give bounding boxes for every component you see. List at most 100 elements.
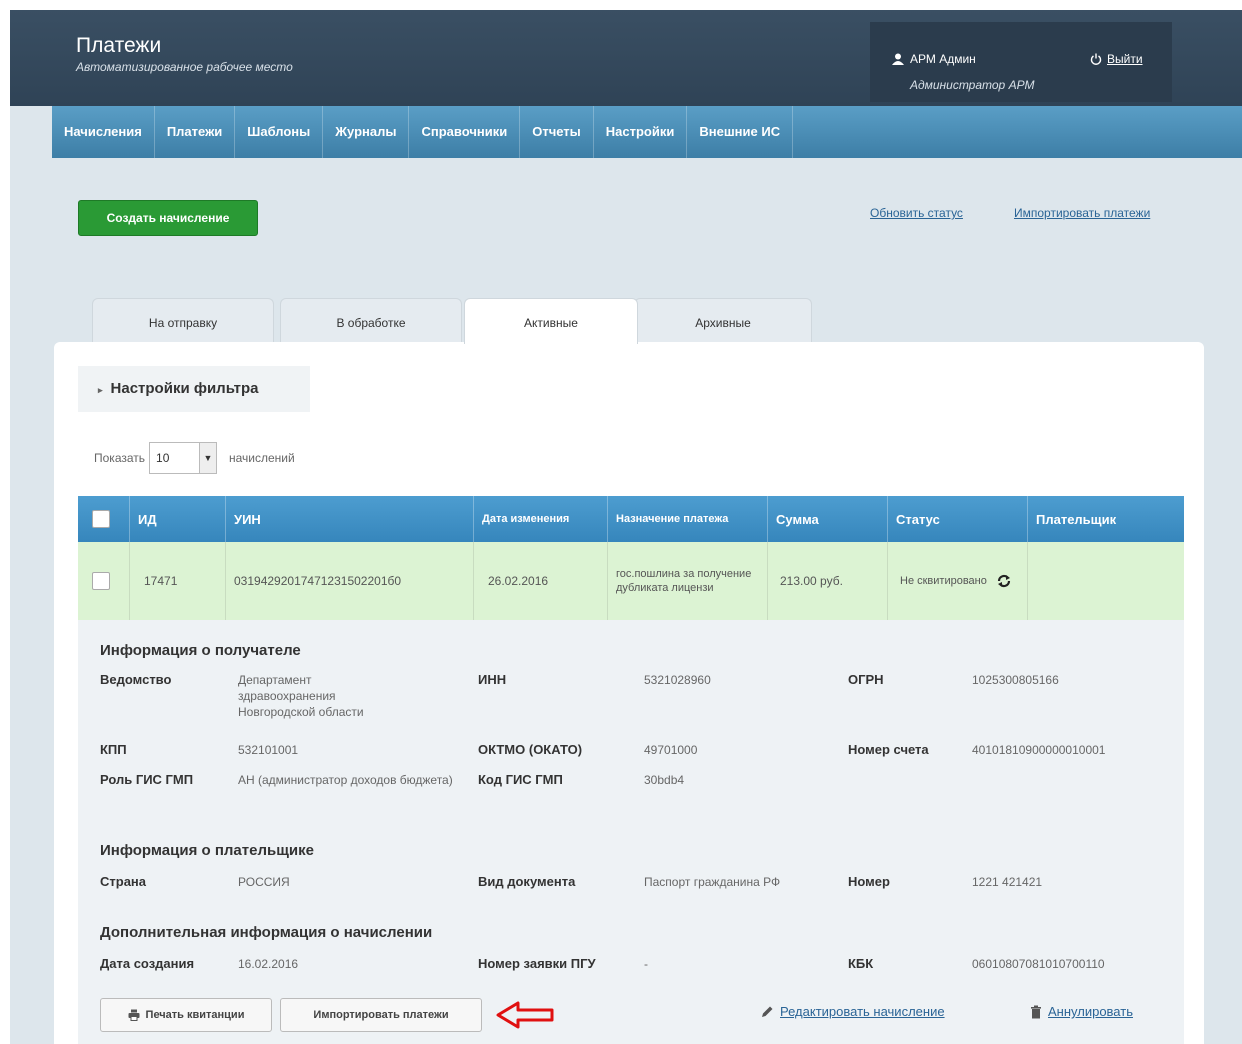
page-size-row: Показать 10 ▼ начислений [94,442,295,474]
label-pgu: Номер заявки ПГУ [478,956,596,971]
tab-in-processing[interactable]: В обработке [280,298,462,343]
column-header-id[interactable]: ИД [130,496,226,542]
label-country: Страна [100,874,147,889]
select-all-cell [78,496,130,542]
page-size-select[interactable]: 10 ▼ [149,442,218,474]
logout-link[interactable]: Выйти [1090,52,1143,66]
app-title: Платежи [76,34,162,57]
user-name: АРМ Админ [910,52,976,66]
value-oktmo: 49701000 [644,743,698,757]
value-role: АН (администратор доходов бюджета) [238,773,453,787]
column-header-uin[interactable]: УИН [226,496,474,542]
nav-item-payments[interactable]: Платежи [155,106,236,158]
cell-purpose: гос.пошлина за получение дубликата лицен… [608,542,768,620]
value-created: 16.02.2016 [238,957,299,971]
value-doc-number: 1221 421421 [972,875,1043,889]
create-accrual-button[interactable]: Создать начисление [78,200,258,236]
additional-section-title: Дополнительная информация о начислении [100,924,433,941]
chevron-down-icon: ▼ [199,443,217,473]
print-receipt-label: Печать квитанции [145,1009,245,1021]
table-header: ИД УИН Дата изменения Назначение платежа… [78,496,1184,542]
value-account: 40101810900000010001 [972,743,1106,757]
recipient-section-title: Информация о получателе [100,642,301,659]
cell-date: 26.02.2016 [474,542,608,620]
triangle-right-icon: ▸ [98,385,103,395]
pencil-icon [760,1005,774,1019]
nav-item-templates[interactable]: Шаблоны [235,106,324,158]
value-country: РОССИЯ [238,875,290,889]
value-pgu: - [644,957,648,971]
payer-section-title: Информация о плательщике [100,842,314,859]
status-text: Не сквитировано [900,575,987,587]
label-ogrn: ОГРН [848,672,884,687]
content-panel: ▸ Настройки фильтра Показать 10 ▼ начисле… [54,342,1204,1044]
nav-item-external-is[interactable]: Внешние ИС [687,106,794,158]
logout-label: Выйти [1107,52,1143,66]
label-kbk: КБК [848,956,874,971]
value-gis-code: 30bdb4 [644,773,685,787]
column-header-status[interactable]: Статус [888,496,1028,542]
page-size-suffix: начислений [229,451,295,465]
edit-accrual-link[interactable]: Редактировать начисление [760,1004,945,1019]
cell-payer [1028,542,1184,620]
label-department: Ведомство [100,672,172,687]
nav-item-reports[interactable]: Отчеты [520,106,594,158]
label-kpp: КПП [100,742,127,757]
label-created: Дата создания [100,956,195,971]
refresh-status-link[interactable]: Обновить статус [870,206,963,220]
table-row[interactable]: 17471 03194292017471231502201б0 26.02.20… [78,542,1184,620]
filter-settings-label: Настройки фильтра [110,380,259,397]
nav-item-journals[interactable]: Журналы [323,106,410,158]
trash-icon [1030,1005,1042,1019]
nav-item-references[interactable]: Справочники [409,106,521,158]
tab-archive[interactable]: Архивные [634,298,812,343]
edit-accrual-label: Редактировать начисление [780,1004,945,1019]
page-size-value: 10 [156,451,170,465]
label-account: Номер счета [848,742,929,757]
main-nav: Начисления Платежи Шаблоны Журналы Справ… [52,106,1242,158]
accrual-details: Информация о получателе Ведомство Департ… [78,620,1184,1044]
printer-icon [128,1009,140,1022]
value-kpp: 532101001 [238,743,299,757]
label-inn: ИНН [478,672,507,687]
import-payments-link[interactable]: Импортировать платежи [1014,206,1150,220]
refresh-icon[interactable] [996,573,1012,589]
tab-to-send[interactable]: На отправку [92,298,274,343]
value-doc-type: Паспорт гражданина РФ [644,875,781,889]
label-oktmo: ОКТМО (ОКАТО) [478,742,583,757]
cell-status: Не сквитировано [888,542,1028,620]
nav-item-accruals[interactable]: Начисления [52,106,155,158]
app-subtitle: Автоматизированное рабочее место [76,60,293,74]
cell-uin: 03194292017471231502201б0 [226,542,474,620]
label-doc-type: Вид документа [478,874,576,889]
user-panel: АРМ Админ Администратор АРМ Выйти [870,22,1172,102]
arrow-left-icon [496,1000,556,1030]
import-payments-button[interactable]: Импортировать платежи [280,998,482,1032]
user-icon [892,53,904,65]
label-role: Роль ГИС ГМП [100,772,194,787]
power-icon [1090,53,1102,65]
cancel-accrual-label: Аннулировать [1048,1004,1133,1019]
value-department: Департамент здравоохранения Новгородской… [238,673,364,719]
app-window: Платежи Автоматизированное рабочее место… [10,10,1242,1044]
tab-active[interactable]: Активные [464,298,638,344]
column-header-purpose[interactable]: Назначение платежа [608,496,768,542]
select-all-checkbox[interactable] [92,510,110,528]
label-gis-code: Код ГИС ГМП [478,772,563,787]
column-header-amount[interactable]: Сумма [768,496,888,542]
label-doc-number: Номер [848,874,890,889]
page-size-prefix: Показать [94,451,146,465]
value-kbk: 06010807081010700110 [972,957,1105,971]
print-receipt-button[interactable]: Печать квитанции [100,998,272,1032]
value-ogrn: 1025300805166 [972,673,1059,687]
cancel-accrual-link[interactable]: Аннулировать [1030,1004,1133,1019]
user-info[interactable]: АРМ Админ [892,52,976,66]
column-header-date[interactable]: Дата изменения [474,496,608,542]
nav-item-settings[interactable]: Настройки [594,106,688,158]
column-header-payer[interactable]: Плательщик [1028,496,1184,542]
value-inn: 5321028960 [644,673,711,687]
row-checkbox[interactable] [92,572,110,590]
cell-id: 17471 [130,542,226,620]
row-select-cell [78,542,130,620]
filter-settings-toggle[interactable]: ▸ Настройки фильтра [78,366,310,412]
